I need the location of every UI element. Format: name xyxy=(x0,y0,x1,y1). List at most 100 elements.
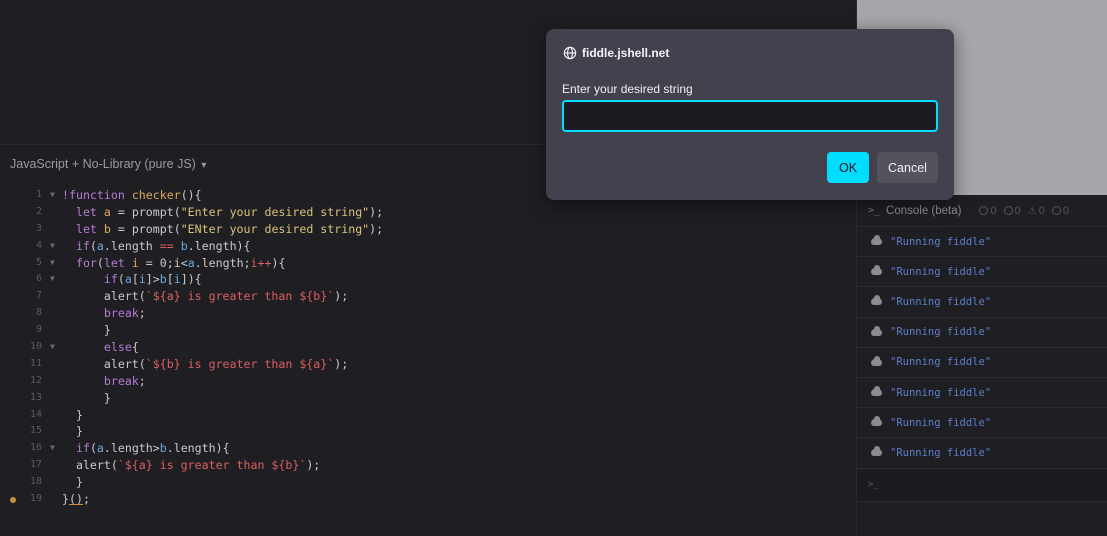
app-root: JavaScript + No-Library (pure JS) ▾ 1 ▼ !f… xyxy=(0,0,1107,536)
line-number: 6 xyxy=(35,273,42,285)
code-text: }(); xyxy=(62,492,90,507)
line-number: 12 xyxy=(29,374,42,386)
console-input-prompt: >_ xyxy=(868,480,879,490)
code-text: for(let i = 0;i<a.length;i++){ xyxy=(75,255,286,270)
log-text: "Running fiddle" xyxy=(890,386,992,399)
cloud-icon xyxy=(871,235,882,246)
code-line[interactable]: 9 } xyxy=(0,322,855,339)
line-number: 19 xyxy=(29,493,42,505)
code-text: if(a.length>b.length){ xyxy=(75,441,230,456)
fold-arrow-icon[interactable]: ▼ xyxy=(50,187,55,204)
console-log-entry: "Running fiddle" xyxy=(857,287,1107,318)
line-number: 13 xyxy=(29,391,42,403)
code-line[interactable]: 19 }(); xyxy=(0,491,855,508)
code-line[interactable]: 5 ▼ for(let i = 0;i<a.length;i++){ xyxy=(0,255,855,272)
code-editor[interactable]: 1 ▼ !function checker(){ 2 let a = prompt("… xyxy=(0,187,855,508)
cloud-icon xyxy=(871,265,882,276)
code-text: } xyxy=(62,323,111,338)
code-line[interactable]: 18 } xyxy=(0,474,855,491)
console-log-entry: "Running fiddle" xyxy=(857,408,1107,439)
line-number: 3 xyxy=(35,222,42,234)
language-label: JavaScript + No-Library (pure JS) xyxy=(10,157,196,171)
code-line[interactable]: 10 ▼ else{ xyxy=(0,339,855,356)
line-number: 4 xyxy=(35,239,42,251)
code-text: } xyxy=(62,475,83,490)
code-text: let a = prompt("Enter your desired strin… xyxy=(75,204,384,219)
dialog-origin-text: fiddle.jshell.net xyxy=(582,46,670,60)
line-number: 1 xyxy=(35,189,42,200)
code-line[interactable]: 2 let a = prompt("Enter your desired str… xyxy=(0,204,855,221)
line-number: 11 xyxy=(29,357,42,369)
code-line[interactable]: 6 ▼ if(a[i]>b[i]){ xyxy=(0,271,855,288)
code-text: } xyxy=(62,390,111,405)
code-line[interactable]: 13 } xyxy=(0,390,855,407)
log-text: "Running fiddle" xyxy=(890,235,992,248)
code-line[interactable]: 11 alert(`${b} is greater than ${a}`); xyxy=(0,356,855,373)
code-text: if(a.length == b.length){ xyxy=(75,238,251,253)
code-line[interactable]: 3 let b = prompt("ENter your desired str… xyxy=(0,221,855,238)
warning-counter: ⚠ 0 xyxy=(1027,204,1045,217)
log-text: "Running fiddle" xyxy=(890,326,992,339)
console-log-entry: "Running fiddle" xyxy=(857,227,1107,258)
console-counters: 0 0 ⚠ 0 0 xyxy=(979,204,1069,217)
ok-button[interactable]: OK xyxy=(827,152,869,183)
info-icon xyxy=(979,205,989,215)
code-line[interactable]: 15 } xyxy=(0,423,855,440)
code-line[interactable]: 14 } xyxy=(0,407,855,424)
line-number: 10 xyxy=(29,341,42,353)
line-number: 9 xyxy=(35,324,42,336)
code-line[interactable]: 8 break; xyxy=(0,305,855,322)
code-line[interactable]: 17 alert(`${a} is greater than ${b}`); xyxy=(0,457,855,474)
cloud-icon xyxy=(871,355,882,366)
cancel-button[interactable]: Cancel xyxy=(877,152,938,183)
line-number: 8 xyxy=(35,307,42,319)
code-text: } xyxy=(62,424,83,439)
log-icon xyxy=(1003,205,1013,215)
fold-arrow-icon[interactable]: ▼ xyxy=(50,238,55,255)
console-log-entry: "Running fiddle" xyxy=(857,348,1107,378)
line-number: 15 xyxy=(29,425,42,437)
cloud-icon xyxy=(871,386,882,397)
fold-arrow-icon[interactable]: ▼ xyxy=(50,255,55,272)
console-prompt-icon: >_ xyxy=(868,205,881,216)
code-text: } xyxy=(62,407,83,422)
console-log-list: "Running fiddle" "Running fiddle" "Running… xyxy=(857,227,1107,469)
prompt-dialog: fiddle.jshell.net Enter your desired str… xyxy=(546,29,954,200)
dialog-text-input[interactable] xyxy=(562,100,938,132)
code-text: alert(`${a} is greater than ${b}`); xyxy=(62,458,321,473)
console-title: Console (beta) xyxy=(886,204,962,217)
console-input[interactable]: >_ xyxy=(857,468,1107,502)
code-text: break; xyxy=(103,373,146,388)
code-text: let b = prompt("ENter your desired strin… xyxy=(75,221,384,236)
code-line[interactable]: 4 ▼ if(a.length == b.length){ xyxy=(0,238,855,255)
log-counter: 0 xyxy=(1003,205,1021,217)
cloud-icon xyxy=(871,295,882,306)
info-counter: 0 xyxy=(979,205,997,217)
code-text: break; xyxy=(103,306,146,321)
cloud-icon xyxy=(871,325,882,336)
log-text: "Running fiddle" xyxy=(890,295,992,308)
code-line[interactable]: 7 alert(`${a} is greater than ${b}`); xyxy=(0,288,855,305)
code-line[interactable]: 16 ▼ if(a.length>b.length){ xyxy=(0,440,855,457)
line-number: 2 xyxy=(35,205,42,217)
fold-arrow-icon[interactable]: ▼ xyxy=(50,339,55,356)
error-counter: 0 xyxy=(1051,205,1069,217)
line-number: 14 xyxy=(29,408,42,420)
log-text: "Running fiddle" xyxy=(890,265,992,278)
line-number: 7 xyxy=(35,290,42,302)
code-text: alert(`${b} is greater than ${a}`); xyxy=(62,356,349,371)
chevron-down-icon: ▾ xyxy=(201,160,207,171)
language-selector[interactable]: JavaScript + No-Library (pure JS) ▾ xyxy=(10,157,206,171)
line-number: 17 xyxy=(29,459,42,471)
fold-arrow-icon[interactable]: ▼ xyxy=(50,440,55,457)
code-line[interactable]: 12 break; xyxy=(0,373,855,390)
code-text: !function checker(){ xyxy=(62,188,202,202)
cloud-icon xyxy=(871,416,882,427)
console-log-entry: "Running fiddle" xyxy=(857,378,1107,409)
console-log-entry: "Running fiddle" xyxy=(857,438,1107,469)
dialog-message: Enter your desired string xyxy=(562,82,693,96)
fold-arrow-icon[interactable]: ▼ xyxy=(50,271,55,288)
console-log-entry: "Running fiddle" xyxy=(857,257,1107,288)
code-text: else{ xyxy=(103,340,139,355)
log-text: "Running fiddle" xyxy=(890,356,992,369)
